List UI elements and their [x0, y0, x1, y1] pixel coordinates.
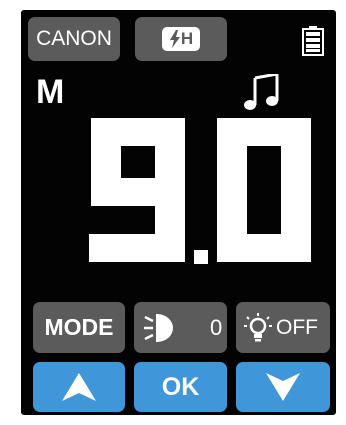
lightning-bolt-icon [169, 30, 180, 48]
music-note-icon [244, 74, 279, 110]
flash-compensation-button[interactable]: 0 [134, 302, 227, 353]
shooting-mode-indicator: M [36, 73, 65, 111]
mode-button[interactable]: MODE [33, 302, 125, 353]
flash-exposure-compensation-icon [144, 313, 173, 342]
high-speed-sync-icon: H [162, 27, 200, 51]
power-readout [89, 118, 311, 264]
brand-selector-button[interactable]: CANON [28, 17, 120, 61]
flash-mode-button[interactable]: H [135, 17, 227, 61]
assist-light-value: OFF [276, 315, 318, 339]
assist-light-button[interactable]: OFF [236, 302, 330, 353]
flash-controller-screen: CANON H M MODE 0 OFF OK [21, 10, 336, 415]
down-arrow-icon [266, 373, 300, 401]
battery-full-icon [302, 26, 324, 56]
down-button[interactable] [236, 362, 330, 412]
readout-decimal-point [194, 250, 208, 264]
readout-digit-9 [89, 118, 185, 262]
up-arrow-icon [62, 373, 96, 401]
ok-button[interactable]: OK [134, 362, 227, 412]
up-button[interactable] [33, 362, 125, 412]
flash-compensation-value: 0 [210, 314, 223, 340]
readout-digit-0 [217, 118, 311, 262]
flash-mode-label: H [180, 29, 194, 48]
assist-light-icon [244, 312, 272, 341]
